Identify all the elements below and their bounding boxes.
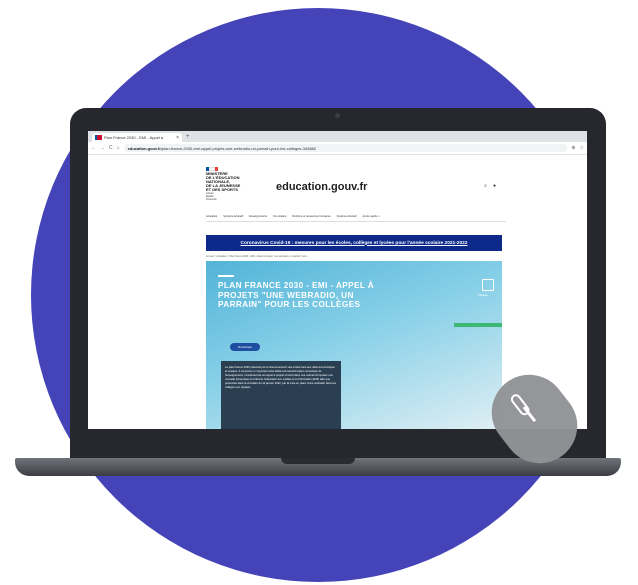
covid-alert-link[interactable]: Coronavirus Covid-19 : mesures pour les … [241,241,468,246]
article-hero: PLAN FRANCE 2030 - EMI - APPEL À PROJETS… [206,261,502,429]
header-icons: ⌕ ● [484,183,496,189]
article-intro: Le plan France 2030 présenté par le Gouv… [221,361,341,429]
url-domain: education.gouv.fr [127,145,161,151]
share-icon[interactable] [482,279,494,291]
breadcrumb[interactable]: Accueil > Actualités > Plan France 2030 … [206,255,309,258]
zoom-icon[interactable]: ⊕ [571,145,575,151]
browser-tab[interactable]: Plan France 2030 - EMI - Appel à × [92,133,182,142]
nav-item[interactable]: Accès rapide ∨ [363,215,381,218]
title-accent-line [218,275,234,277]
favicon-icon [95,135,102,140]
republic-motto: Liberté Égalité Fraternité [206,192,217,201]
address-bar[interactable]: education.gouv.fr/plan-france-2030-emi-a… [123,144,568,152]
webcam [335,113,340,118]
bookmark-star-icon[interactable]: ☆ [580,145,584,151]
home-icon[interactable]: ⌂ [117,145,120,151]
nav-item[interactable]: Réforme et ressources humaines [292,215,330,218]
tab-strip: Plan France 2030 - EMI - Appel à × + [88,131,587,142]
covid-alert-banner: Coronavirus Covid-19 : mesures pour les … [206,235,502,251]
site-title[interactable]: education.gouv.fr [276,181,367,193]
reload-icon[interactable]: C [109,145,113,151]
laptop-hinge-notch [281,458,355,464]
category-tag[interactable]: Numérique [230,343,260,351]
search-icon[interactable]: ⌕ [484,183,487,189]
nav-item[interactable]: Vie scolaire [273,215,286,218]
forward-icon[interactable]: → [100,145,105,151]
ministry-logo-text[interactable]: MINISTÈRE DE L'ÉDUCATION NATIONALE, DE L… [206,172,246,192]
close-tab-icon[interactable]: × [176,135,179,141]
url-path: /plan-france-2030-emi-appel-projets-une-… [160,145,317,151]
nav-item[interactable]: Système éducatif [337,215,357,218]
share-label[interactable]: Partager [478,294,488,297]
browser-toolbar: ← → C ⌂ education.gouv.fr/plan-france-20… [88,142,587,155]
back-icon[interactable]: ← [91,145,96,151]
new-tab-button[interactable]: + [186,133,190,142]
nav-item[interactable]: Enseignements [249,215,267,218]
menu-icon[interactable]: ● [493,183,496,189]
nav-item[interactable]: Actualités [206,215,217,218]
article-title: PLAN FRANCE 2030 - EMI - APPEL À PROJETS… [218,281,375,309]
site-header: MINISTÈRE DE L'ÉDUCATION NATIONALE, DE L… [206,167,496,207]
nav-item[interactable]: Système éducatif [223,215,243,218]
hero-accent-bar [454,323,502,327]
tab-title: Plan France 2030 - EMI - Appel à [104,135,164,140]
main-nav: Actualités Système éducatif Enseignement… [206,215,506,222]
